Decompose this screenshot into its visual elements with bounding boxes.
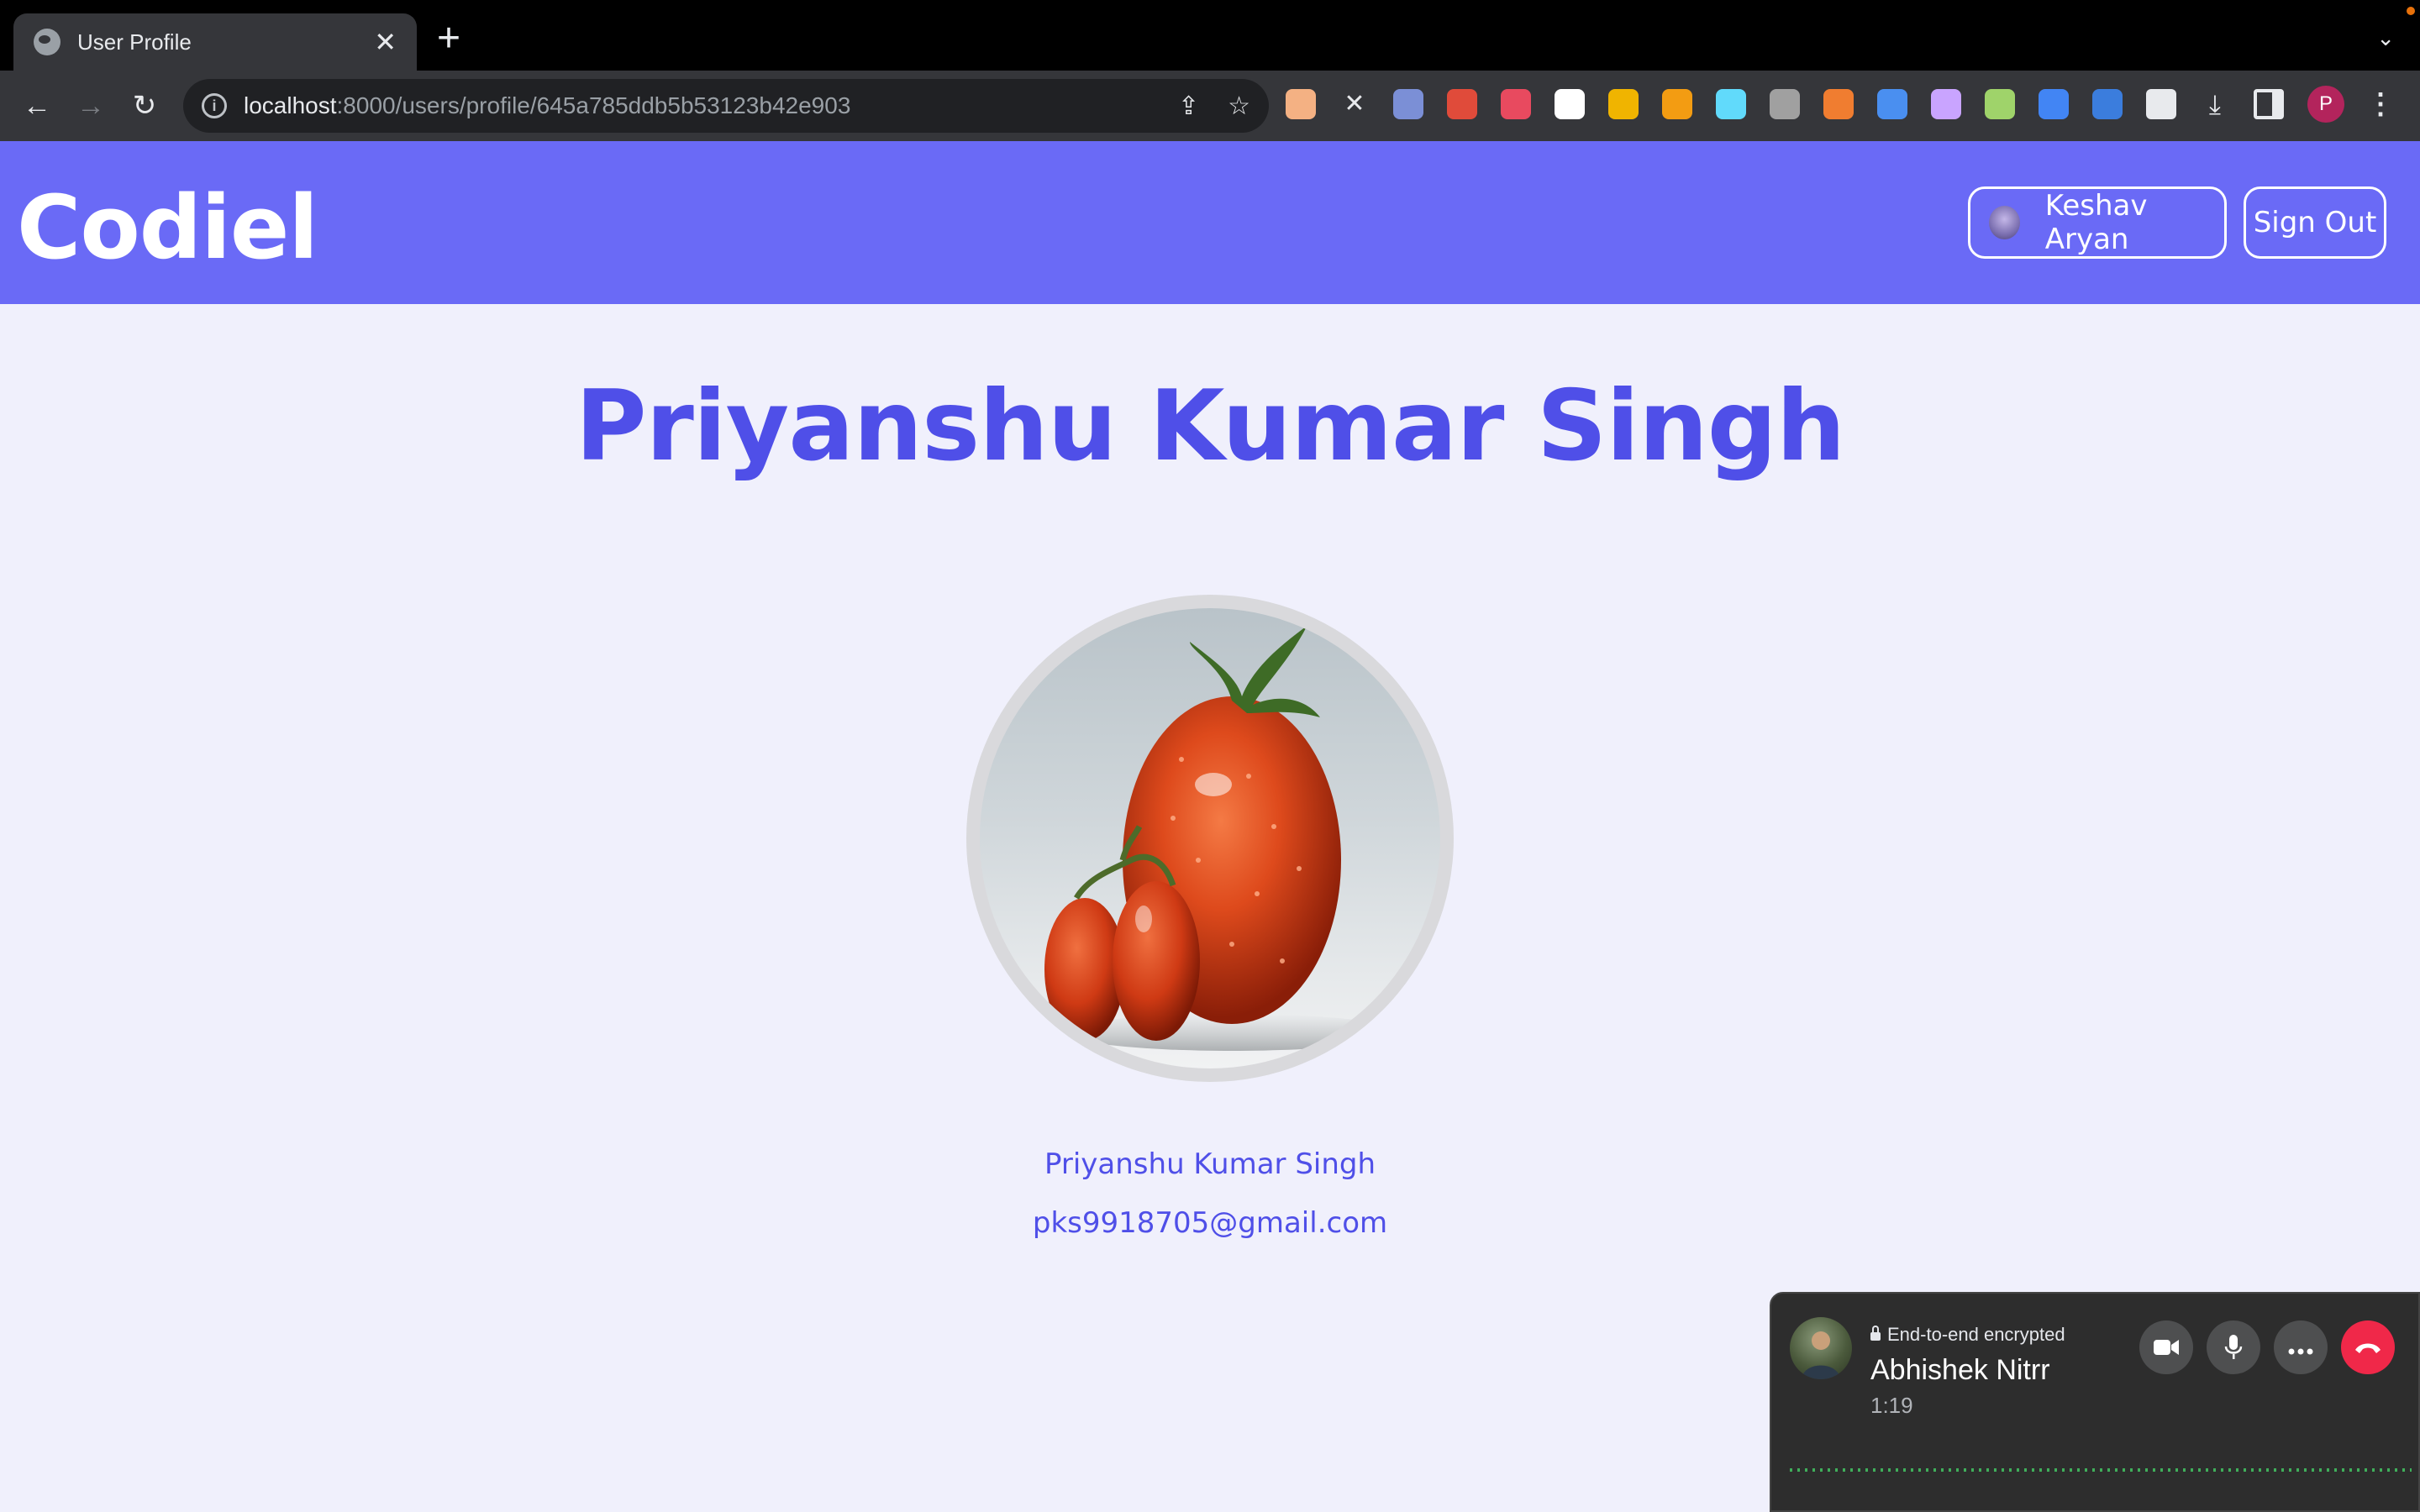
forward-icon[interactable]: → [74, 89, 108, 123]
screenshot-extension-icon[interactable] [1877, 89, 1907, 119]
close-tab-icon[interactable]: ✕ [374, 29, 397, 55]
side-panel-icon[interactable] [2254, 89, 2284, 119]
browser-toolbar: ← → ↻ i localhost:8000/users/profile/645… [0, 71, 2420, 141]
omega-extension-icon[interactable] [1555, 89, 1585, 119]
globe-icon [34, 29, 60, 55]
profile-email: pks9918705@gmail.com [1032, 1206, 1388, 1240]
new-tab-button[interactable]: + [437, 18, 460, 59]
caller-photo [1802, 1331, 1840, 1379]
recording-indicator [2407, 7, 2415, 15]
extension-icon-10[interactable] [1823, 89, 1854, 119]
call-duration: 1:19 [1870, 1393, 1913, 1418]
extension-icon-3[interactable] [1447, 89, 1477, 119]
extension-icon-14[interactable] [2039, 89, 2069, 119]
url-host: localhost [244, 92, 337, 118]
reload-icon[interactable]: ↻ [128, 89, 161, 123]
lh-extension-icon[interactable] [1608, 89, 1639, 119]
downloads-icon[interactable]: ⤓ [2200, 89, 2230, 119]
bookmark-star-icon[interactable]: ☆ [1228, 92, 1250, 121]
browser-tabstrip: User Profile ✕ + ⌄ [0, 0, 2420, 71]
microphone-icon[interactable] [2207, 1320, 2260, 1374]
browser-tab[interactable]: User Profile ✕ [13, 13, 417, 71]
lock-icon [1870, 1326, 1881, 1341]
more-options-icon[interactable] [2274, 1320, 2328, 1374]
tab-title: User Profile [77, 29, 192, 55]
tab-search-chevron-icon[interactable]: ⌄ [2376, 25, 2395, 51]
extension-icon-1[interactable] [1286, 89, 1316, 119]
caller-name: Abhishek Nitrr [1870, 1354, 2050, 1386]
user-avatar [1989, 206, 2020, 239]
url-path: :8000/users/profile/645a785ddb5b53123b42… [336, 92, 851, 118]
back-icon[interactable]: ← [20, 89, 54, 123]
site-info-icon[interactable]: i [202, 93, 227, 118]
share-icon[interactable]: ⇪ [1178, 92, 1199, 121]
profile-name: Priyanshu Kumar Singh [1044, 1147, 1376, 1181]
encryption-status: End-to-end encrypted [1870, 1324, 2065, 1346]
extension-icon-9[interactable] [1770, 89, 1800, 119]
call-widget[interactable]: End-to-end encrypted Abhishek Nitrr 1:19 [1770, 1292, 2420, 1512]
site-logo[interactable]: Codiel [17, 176, 318, 279]
profile-avatar-image [980, 608, 1440, 1068]
extensions-puzzle-icon[interactable] [2146, 89, 2176, 119]
end-call-icon[interactable] [2341, 1320, 2395, 1374]
profile-avatar-frame [966, 595, 1454, 1082]
mute-icon[interactable]: ✕ [1339, 89, 1370, 119]
extension-icon-7[interactable] [1662, 89, 1692, 119]
encryption-label: End-to-end encrypted [1887, 1324, 2065, 1345]
tomato-image [1044, 615, 1400, 1051]
address-bar[interactable]: i localhost:8000/users/profile/645a785dd… [183, 79, 1269, 133]
shield-extension-icon[interactable] [1393, 89, 1423, 119]
sign-out-button[interactable]: Sign Out [2244, 186, 2386, 259]
browser-menu-icon[interactable]: ⋮ [2366, 87, 2395, 121]
extensions-bar: ✕ ⤓ P ⋮ [1286, 86, 2395, 123]
site-header: Codiel Keshav Aryan Sign Out [0, 141, 2420, 304]
current-user-name: Keshav Aryan [2044, 189, 2148, 256]
extension-icon-4[interactable] [1501, 89, 1531, 119]
audio-waveform [1790, 1468, 2412, 1472]
browser-profile-avatar[interactable]: P [2307, 86, 2344, 123]
extension-icon-12[interactable] [1931, 89, 1961, 119]
extension-icon-15[interactable] [2092, 89, 2123, 119]
extension-icon-13[interactable] [1985, 89, 2015, 119]
url-text[interactable]: localhost:8000/users/profile/645a785ddb5… [244, 92, 1150, 119]
current-user-button[interactable]: Keshav Aryan [1968, 186, 2227, 259]
caller-avatar [1790, 1317, 1852, 1379]
page-title: Priyanshu Kumar Singh [575, 370, 1846, 483]
react-devtools-icon[interactable] [1716, 89, 1746, 119]
video-camera-icon[interactable] [2139, 1320, 2193, 1374]
